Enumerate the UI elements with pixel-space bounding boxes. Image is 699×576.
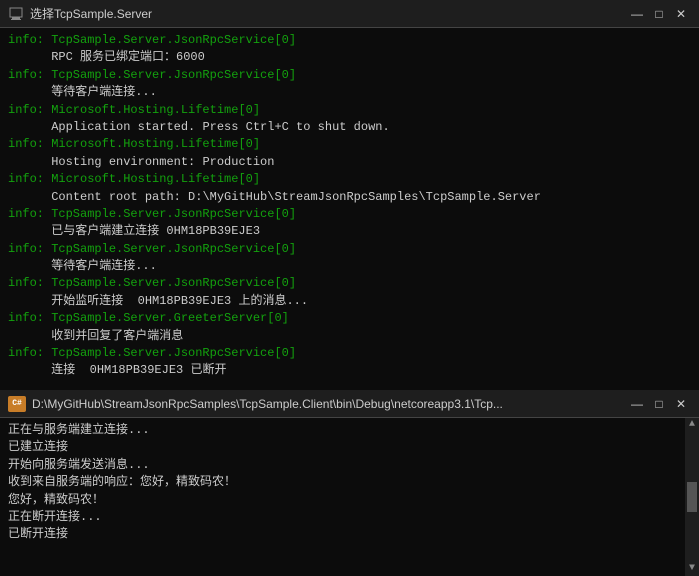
server-window-controls: — □ ✕ [627,4,691,24]
console-line: 正在与服务端建立连接... [8,422,675,439]
client-window-controls: — □ ✕ [627,394,691,414]
console-line: info: TcpSample.Server.JsonRpcService[0] [8,275,691,292]
console-line: Hosting environment: Production [8,154,691,171]
console-line: info: Microsoft.Hosting.Lifetime[0] [8,136,691,153]
client-titlebar: C# D:\MyGitHub\StreamJsonRpcSamples\TcpS… [0,390,699,418]
console-line: info: Microsoft.Hosting.Lifetime[0] [8,171,691,188]
console-line: 开始监听连接 0HM18PB39EJE3 上的消息... [8,293,691,310]
console-line: 等待客户端连接... [8,258,691,275]
console-line: 已断开连接 [8,526,675,543]
console-line: Application started. Press Ctrl+C to shu… [8,119,691,136]
client-console: 正在与服务端建立连接...已建立连接开始向服务端发送消息...收到来自服务端的响… [0,418,699,576]
console-line: info: TcpSample.Server.JsonRpcService[0] [8,241,691,258]
client-minimize-button[interactable]: — [627,394,647,414]
client-scrollbar[interactable]: ▲ ▼ [685,418,699,576]
server-close-button[interactable]: ✕ [671,4,691,24]
client-window-title: D:\MyGitHub\StreamJsonRpcSamples\TcpSamp… [32,397,619,411]
console-line: 等待客户端连接... [8,84,691,101]
console-line: info: TcpSample.Server.JsonRpcService[0] [8,206,691,223]
console-line: 您好，精致码农！ [8,492,675,509]
console-line: info: TcpSample.Server.GreeterServer[0] [8,310,691,327]
client-close-button[interactable]: ✕ [671,394,691,414]
server-minimize-button[interactable]: — [627,4,647,24]
console-line: RPC 服务已绑定端口：6000 [8,49,691,66]
console-line: 已与客户端建立连接 0HM18PB39EJE3 [8,223,691,240]
console-line: info: Microsoft.Hosting.Lifetime[0] [8,102,691,119]
console-line: 连接 0HM18PB39EJE3 已断开 [8,362,691,379]
console-line: 正在断开连接... [8,509,675,526]
server-maximize-button[interactable]: □ [649,4,669,24]
console-line: info: TcpSample.Server.JsonRpcService[0] [8,67,691,84]
server-window-icon [8,6,24,22]
console-line: 收到来自服务端的响应：您好，精致码农！ [8,474,675,491]
console-line: 已建立连接 [8,439,675,456]
server-console: info: TcpSample.Server.JsonRpcService[0]… [0,28,699,390]
client-maximize-button[interactable]: □ [649,394,669,414]
console-line: 收到并回复了客户端消息 [8,328,691,345]
server-titlebar: 选择TcpSample.Server — □ ✕ [0,0,699,28]
client-window-icon: C# [8,396,26,412]
console-line: 开始向服务端发送消息... [8,457,675,474]
console-line: info: TcpSample.Server.JsonRpcService[0] [8,32,691,49]
console-line: info: TcpSample.Server.JsonRpcService[0] [8,345,691,362]
console-line: Content root path: D:\MyGitHub\StreamJso… [8,189,691,206]
server-window-title: 选择TcpSample.Server [30,5,619,22]
